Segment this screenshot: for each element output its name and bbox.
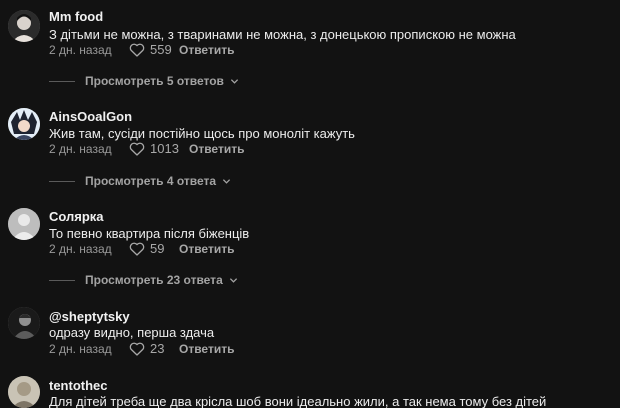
reply-button[interactable]: Ответить [179, 242, 234, 256]
view-replies-label: Просмотреть 4 ответа [85, 174, 217, 188]
comment-date: 2 дн. назад [49, 341, 112, 356]
reply-button[interactable]: Ответить [179, 43, 234, 57]
comment-date: 2 дн. назад [49, 141, 112, 156]
avatar[interactable] [8, 376, 40, 408]
comment-username[interactable]: Mm food [49, 9, 103, 24]
comment-meta: 2 дн. назад 559 Ответить [49, 42, 234, 57]
like-count: 23 [150, 341, 165, 356]
reply-button[interactable]: Ответить [189, 142, 244, 156]
view-replies-button[interactable]: Просмотреть 4 ответа [49, 174, 231, 188]
like-button[interactable]: 23 [129, 341, 177, 356]
comment-text: З дітьми не можна, з тваринами не можна,… [49, 27, 516, 42]
like-count: 559 [150, 42, 172, 57]
view-replies-label: Просмотреть 23 ответа [85, 273, 223, 287]
chevron-down-icon [222, 178, 231, 184]
chevron-down-icon [230, 78, 239, 84]
comment-username[interactable]: tentothec [49, 378, 108, 393]
comment-username[interactable]: @sheptytsky [49, 309, 130, 324]
reply-button[interactable]: Ответить [179, 342, 234, 356]
heart-outline-icon [129, 43, 145, 57]
chevron-down-icon [229, 277, 237, 283]
divider [49, 80, 75, 82]
like-count: 1013 [150, 141, 179, 156]
avatar[interactable] [8, 108, 40, 140]
heart-outline-icon [129, 342, 145, 356]
like-button[interactable]: 559 [129, 42, 177, 57]
comment-meta: 2 дн. назад 1013 Ответить [49, 141, 244, 156]
comment-date: 2 дн. назад [49, 241, 112, 256]
avatar[interactable] [8, 10, 40, 42]
view-replies-button[interactable]: Просмотреть 23 ответа [49, 273, 238, 287]
comment-username[interactable]: AinsOoalGon [49, 109, 132, 124]
comment-meta: 2 дн. назад 23 Ответить [49, 341, 234, 356]
comment-username[interactable]: Солярка [49, 209, 104, 224]
view-replies-label: Просмотреть 5 ответов [85, 74, 224, 88]
avatar[interactable] [8, 307, 40, 339]
heart-outline-icon [129, 142, 145, 156]
view-replies-button[interactable]: Просмотреть 5 ответов [49, 74, 239, 88]
comment-text: Для дітей треба ще два крісла шоб вони і… [49, 394, 547, 408]
comment-date: 2 дн. назад [49, 42, 112, 57]
comment-text: Жив там, сусіди постійно щось про монолі… [49, 126, 355, 141]
comment-meta: 2 дн. назад 59 Ответить [49, 241, 234, 256]
divider [49, 279, 75, 281]
like-count: 59 [150, 241, 165, 256]
avatar[interactable] [8, 208, 40, 240]
divider [49, 180, 75, 182]
like-button[interactable]: 1013 [129, 141, 187, 156]
like-button[interactable]: 59 [129, 241, 177, 256]
comment-text: одразу видно, перша здача [49, 325, 215, 340]
heart-outline-icon [129, 242, 145, 256]
comment-text: То певно квартира після біженців [49, 226, 250, 241]
